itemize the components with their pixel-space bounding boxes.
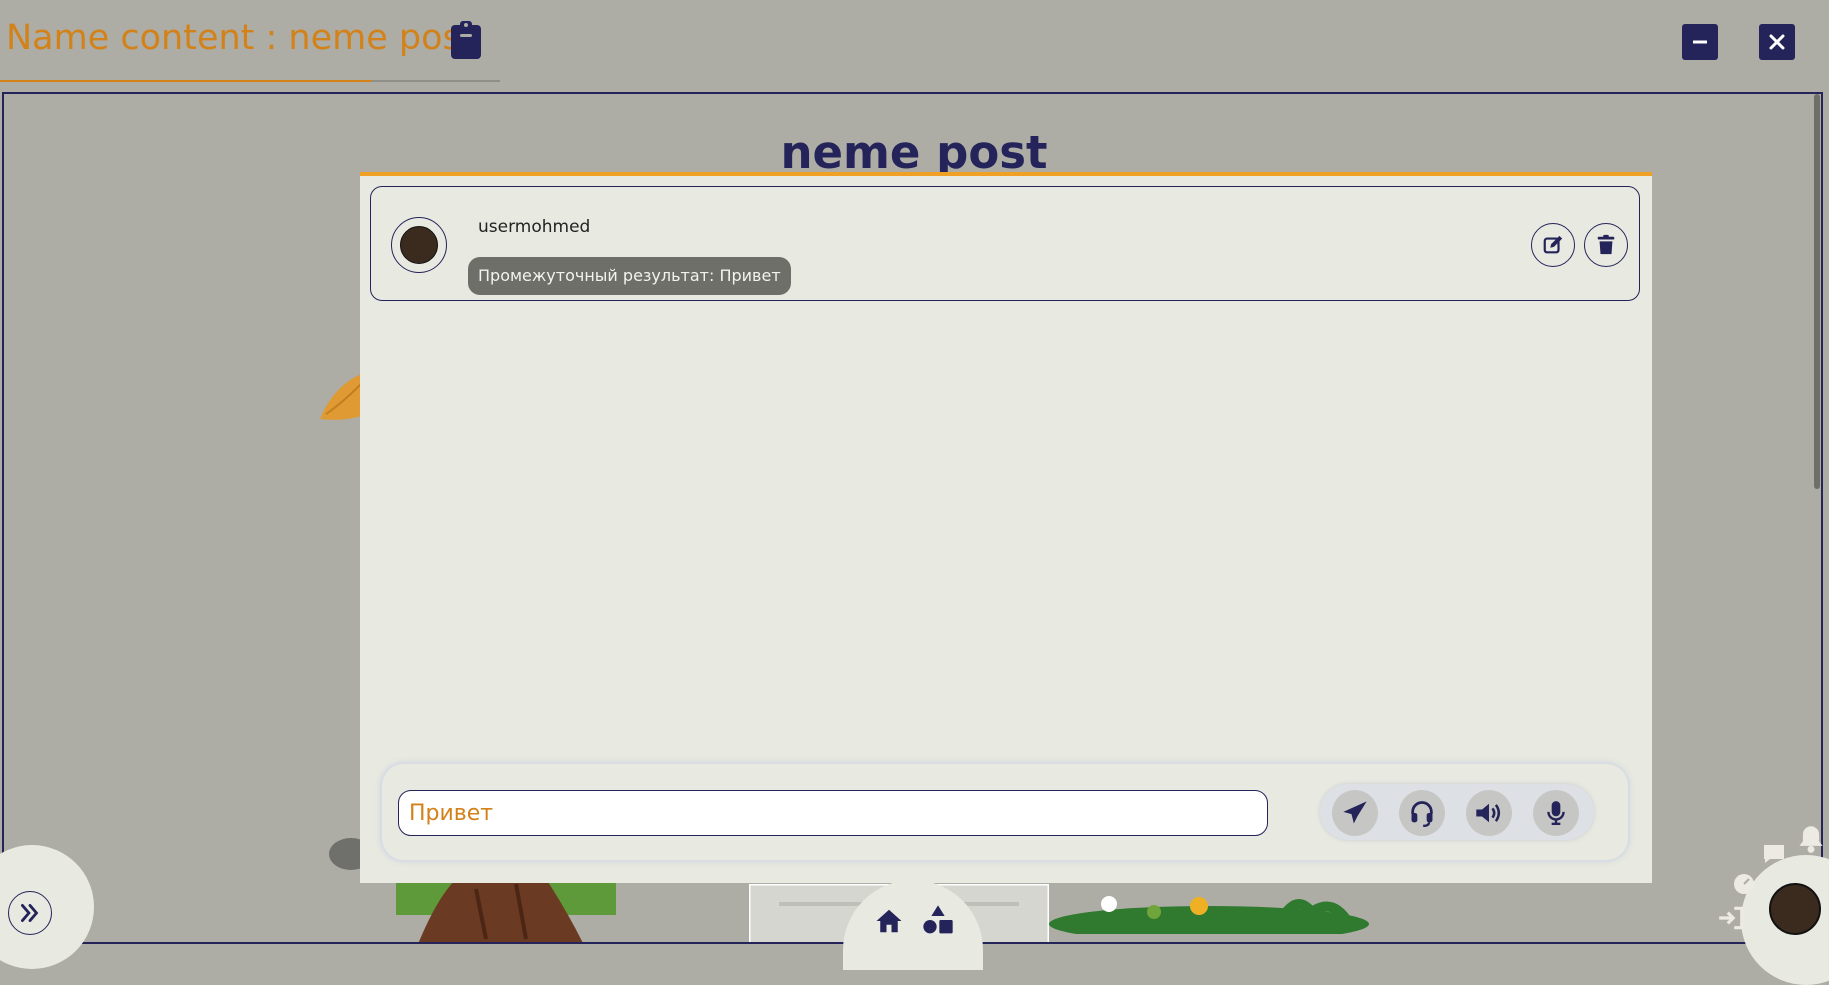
edit-icon — [1543, 235, 1563, 254]
delete-comment-button[interactable] — [1584, 223, 1628, 267]
microphone-icon — [1547, 801, 1565, 826]
microphone-button[interactable] — [1533, 790, 1579, 836]
title-underline — [0, 80, 500, 82]
comments-panel: usermohmed Промежуточный результат: Прив… — [360, 172, 1652, 883]
edit-comment-button[interactable] — [1531, 223, 1575, 267]
user-avatar[interactable] — [1769, 883, 1821, 935]
message-composer — [380, 762, 1630, 862]
volume-button[interactable] — [1466, 790, 1512, 836]
scrollbar[interactable] — [1813, 94, 1821, 942]
headset-icon — [1411, 801, 1433, 827]
send-button[interactable] — [1332, 790, 1378, 836]
message-input[interactable] — [398, 790, 1268, 836]
sign-in-icon[interactable] — [1717, 905, 1745, 931]
top-bar: Name content : neme post — [0, 0, 1829, 92]
trash-icon — [1597, 234, 1615, 255]
double-chevron-right-icon — [21, 904, 39, 922]
shapes-icon[interactable] — [922, 904, 954, 936]
home-icon[interactable] — [874, 906, 904, 936]
headset-button[interactable] — [1399, 790, 1445, 836]
clipboard-icon[interactable] — [449, 20, 483, 60]
tree-decoration — [396, 879, 616, 942]
page-title: Name content : neme post — [6, 18, 475, 58]
close-icon — [1769, 34, 1785, 50]
comment-message: Промежуточный результат: Привет — [468, 257, 791, 295]
plants-decoration — [1049, 896, 1369, 934]
sidebar-expand-button[interactable] — [8, 891, 52, 935]
send-icon — [1343, 801, 1367, 824]
close-button[interactable] — [1759, 24, 1795, 60]
composer-tools — [1320, 784, 1594, 840]
minimize-button[interactable] — [1682, 24, 1718, 60]
title-underline-accent — [0, 80, 372, 82]
avatar[interactable] — [391, 217, 447, 273]
dashboard-icon[interactable] — [1731, 872, 1757, 896]
volume-icon — [1476, 803, 1501, 823]
comment-card: usermohmed Промежуточный результат: Прив… — [370, 186, 1640, 301]
bell-icon[interactable] — [1797, 824, 1825, 854]
avatar-image — [400, 226, 438, 264]
comment-username: usermohmed — [478, 217, 591, 237]
minimize-icon — [1693, 40, 1707, 44]
